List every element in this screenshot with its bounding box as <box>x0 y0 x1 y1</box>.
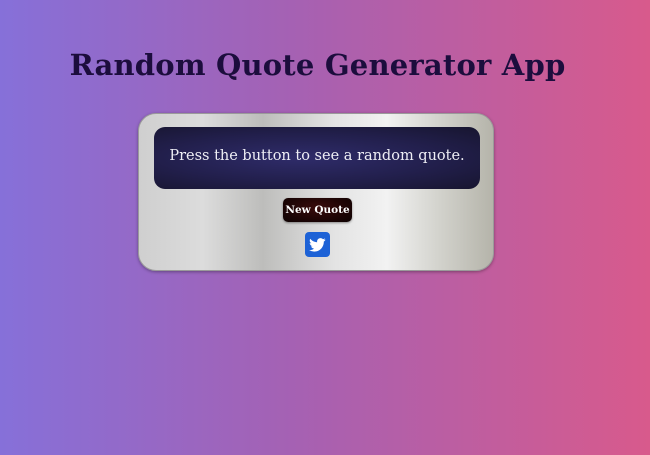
tweet-quote-button[interactable] <box>305 232 330 257</box>
quote-box: Press the button to see a random quote. <box>154 127 480 189</box>
new-quote-button[interactable]: New Quote <box>283 198 352 222</box>
quote-card: Press the button to see a random quote. … <box>138 113 494 271</box>
quote-text: Press the button to see a random quote. <box>169 148 465 164</box>
page-title: Random Quote Generator App <box>69 48 566 82</box>
twitter-icon <box>309 237 326 252</box>
